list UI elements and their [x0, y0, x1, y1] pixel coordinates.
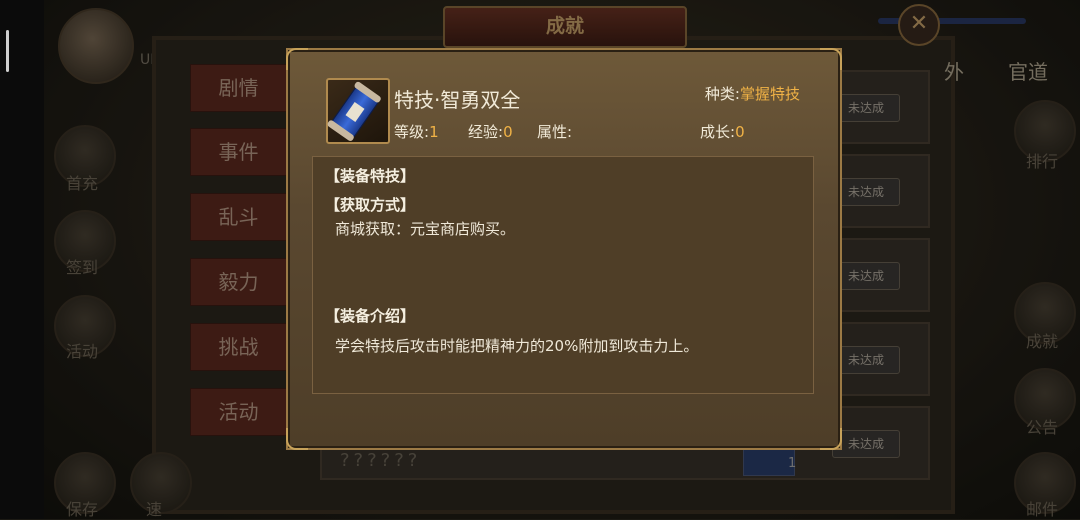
- level-value: 1: [429, 123, 439, 141]
- growth-label: 成长:: [700, 123, 736, 141]
- scroll-tag: [345, 102, 365, 122]
- attr-stat: 属性:: [537, 121, 572, 142]
- exp-label: 经验:: [468, 123, 504, 141]
- section-equip-skill: 【装备特技】: [325, 167, 416, 185]
- exp-value: 0: [503, 123, 513, 141]
- blue-scroll-icon: [326, 78, 390, 144]
- skill-category: 种类:掌握特技: [705, 83, 800, 104]
- corner-ornament: [286, 428, 308, 450]
- category-label: 种类:: [704, 85, 740, 103]
- scroll-cap: [326, 119, 355, 143]
- growth-value: 0: [735, 123, 745, 141]
- level-stat: 等级:1: [394, 121, 439, 142]
- section-intro: 【装备介绍】: [325, 307, 416, 325]
- corner-ornament: [820, 428, 842, 450]
- exp-stat: 经验:0: [468, 121, 513, 142]
- level-label: 等级:: [394, 123, 430, 141]
- skill-description: 【装备特技】 【获取方式】 商城获取：元宝商店购买。 【装备介绍】 学会特技后攻…: [312, 156, 814, 394]
- corner-ornament: [286, 48, 308, 70]
- skill-detail-modal: 特技·智勇双全 种类:掌握特技 等级:1 经验:0 属性: 成长:0 【装备特技…: [286, 48, 842, 450]
- system-left-strip: [0, 0, 44, 519]
- category-value: 掌握特技: [739, 85, 800, 103]
- obtain-text: 商城获取：元宝商店购买。: [335, 220, 516, 238]
- scroll-shape: [326, 80, 382, 143]
- section-obtain: 【获取方式】: [325, 196, 416, 214]
- system-handle[interactable]: [6, 30, 9, 72]
- corner-ornament: [820, 48, 842, 70]
- intro-text: 学会特技后攻击时能把精神力的20%附加到攻击力上。: [335, 337, 699, 355]
- growth-stat: 成长:0: [700, 121, 745, 142]
- scroll-cap: [353, 80, 382, 104]
- skill-name: 特技·智勇双全: [394, 88, 521, 112]
- attr-label: 属性:: [537, 123, 573, 141]
